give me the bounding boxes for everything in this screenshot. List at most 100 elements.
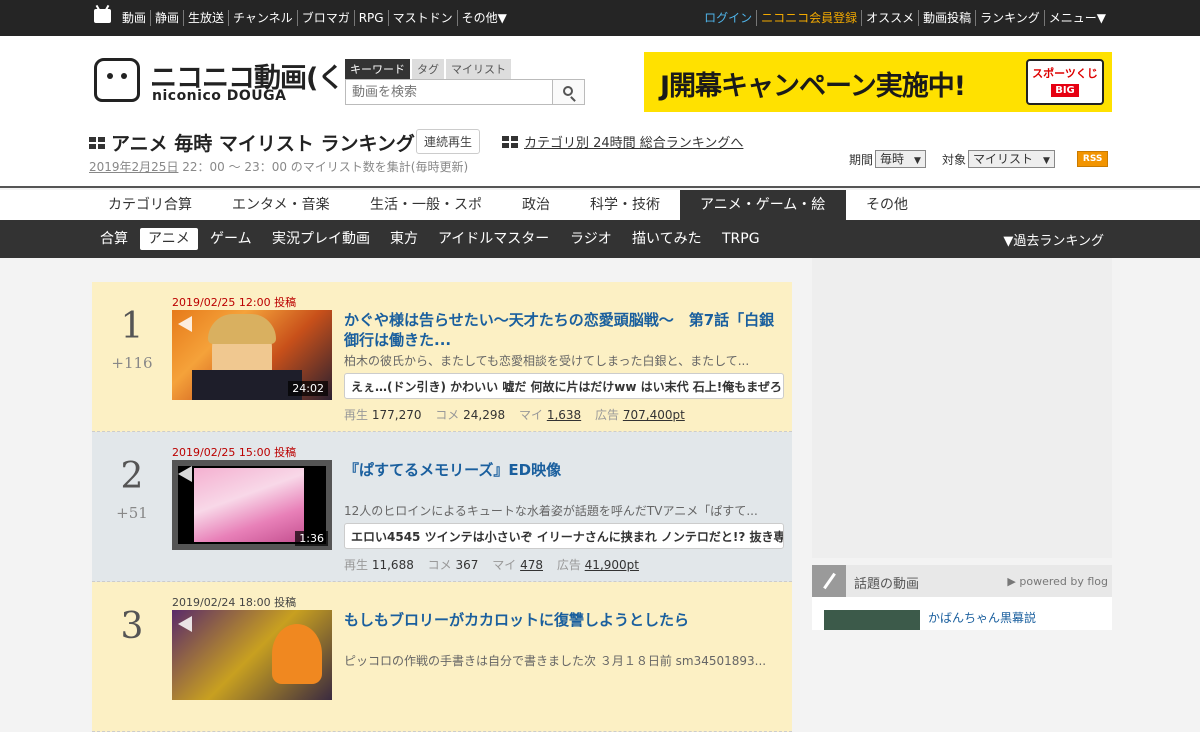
page-title-text: アニメ 毎時 マイリスト ランキング (111, 133, 415, 155)
search-tab-keyword[interactable]: キーワード (345, 59, 410, 79)
nav-upload[interactable]: 動画投稿 (918, 10, 975, 26)
niconico-logo[interactable]: ニコニコ動画(く) niconico DOUGA (94, 56, 356, 106)
tab-all-categories[interactable]: カテゴリ合算 (88, 190, 212, 220)
search-icon (563, 86, 573, 96)
genre-tab-trpg[interactable]: TRPG (714, 228, 768, 250)
video-title-link[interactable]: かぐや様は告らせたい～天才たちの恋愛頭脳戦～ 第7話「白銀御行は働きた... (344, 310, 784, 350)
megaphone-icon (176, 464, 198, 484)
video-thumbnail[interactable]: 1:36 (172, 460, 332, 550)
genre-tab-anime[interactable]: アニメ (140, 228, 198, 250)
ranking-date-link[interactable]: 2019年2月25日 (89, 160, 178, 174)
continuous-play-button[interactable]: 連続再生 (416, 129, 481, 154)
nav-other-dropdown[interactable]: その他▼ (456, 10, 511, 26)
ranking-grid-icon (89, 136, 105, 149)
nav-menu-dropdown[interactable]: メニュー▼ (1043, 10, 1110, 26)
video-thumbnail[interactable] (172, 610, 332, 700)
ad-banner[interactable]: J開幕キャンペーン実施中! スポーツくじ BIG (644, 52, 1112, 112)
view-count: 177,270 (371, 408, 422, 422)
genre-tab-lets-play[interactable]: 実況プレイ動画 (264, 228, 378, 250)
chevron-down-icon: ▼ (1042, 156, 1050, 166)
banner-brand: スポーツくじ (1032, 67, 1098, 80)
posted-date: 2019/02/25 15:00 投稿 (172, 446, 297, 459)
topic-videos-title: 話題の動画 (854, 577, 920, 592)
target-label: 対象 (941, 152, 966, 167)
video-duration: 1:36 (295, 531, 328, 546)
nav-rpg[interactable]: RPG (353, 10, 388, 26)
rank-number: 1 (120, 306, 144, 347)
topic-video-title[interactable]: かばんちゃん黒幕説 (928, 609, 1036, 626)
nav-recommend[interactable]: オススメ (861, 10, 918, 26)
video-stats: 再生 11,688 コメ 367 マイ 478 広告 41,900pt (344, 558, 639, 572)
tab-science-tech[interactable]: 科学・技術 (570, 190, 680, 220)
powered-by-flog-link[interactable]: ▶ powered by flog (1007, 575, 1108, 588)
ranking-item: 2 +51 2019/02/25 15:00 投稿 1:36 『ぱすてるメモリー… (92, 432, 792, 582)
genre-tab-drawn[interactable]: 描いてみた (624, 228, 710, 250)
comment-count: 367 (455, 558, 479, 572)
search-tab-tag[interactable]: タグ (412, 59, 444, 79)
search-button[interactable] (552, 79, 585, 105)
category-grid-icon (502, 135, 518, 148)
tab-anime-game-art[interactable]: アニメ・ゲーム・絵 (680, 190, 846, 220)
video-description: ピッコロの作戦の手書きは自分で書きました次 ３月１８日前 sm34501893.… (344, 654, 767, 668)
ranking-list: 1 +116 2019/02/25 12:00 投稿 24:02 かぐや様は告ら… (92, 282, 792, 732)
search-type-tabs: キーワード タグ マイリスト (345, 59, 513, 79)
past-ranking-dropdown[interactable]: ▼過去ランキング (1003, 230, 1104, 249)
top-nav-bar: 動画 静画 生放送 チャンネル ブロマガ RPG マストドン その他▼ ログイン… (0, 0, 1200, 36)
nav-ranking[interactable]: ランキング (975, 10, 1044, 26)
megaphone-icon (176, 314, 198, 334)
category-tabs: カテゴリ合算 エンタメ・音楽 生活・一般・スポ 政治 科学・技術 アニメ・ゲーム… (0, 190, 1200, 220)
megaphone-icon (176, 614, 198, 634)
video-thumbnail[interactable]: 24:02 (172, 310, 332, 400)
rank-number: 2 (120, 456, 144, 497)
search-input[interactable] (345, 79, 553, 105)
topic-video-item[interactable]: かばんちゃん黒幕説 (812, 597, 1112, 630)
register-link[interactable]: ニコニコ会員登録 (756, 10, 861, 26)
account-nav: ログイン ニコニコ会員登録 オススメ 動画投稿 ランキング メニュー▼ (700, 10, 1110, 26)
rss-button[interactable]: RSS (1076, 151, 1109, 167)
pen-icon (812, 565, 846, 597)
view-count: 11,688 (371, 558, 414, 572)
genre-tab-idolmaster[interactable]: アイドルマスター (430, 228, 557, 250)
genre-tab-radio[interactable]: ラジオ (562, 228, 620, 250)
topic-video-thumbnail[interactable] (824, 610, 920, 630)
service-nav: 動画 静画 生放送 チャンネル ブロマガ RPG マストドン その他▼ (118, 10, 511, 26)
mylist-count-link[interactable]: 478 (520, 558, 543, 572)
nav-live[interactable]: 生放送 (183, 10, 228, 26)
nav-seiga[interactable]: 静画 (150, 10, 183, 26)
ad-points-link[interactable]: 707,400pt (623, 408, 685, 422)
video-title-link[interactable]: もしもブロリーがカカロットに復讐しようとしたら (344, 610, 784, 650)
genre-tab-touhou[interactable]: 東方 (382, 228, 426, 250)
ad-points-link[interactable]: 41,900pt (585, 558, 639, 572)
tab-life-general-sports[interactable]: 生活・一般・スポ (350, 190, 502, 220)
tab-entertainment-music[interactable]: エンタメ・音楽 (212, 190, 350, 220)
category-ranking-link-text[interactable]: カテゴリ別 24時間 総合ランキングへ (524, 132, 743, 151)
rank-number: 3 (120, 606, 144, 647)
genre-tabs: 合算 アニメ ゲーム 実況プレイ動画 東方 アイドルマスター ラジオ 描いてみた… (0, 220, 1200, 258)
nav-douga[interactable]: 動画 (118, 10, 150, 26)
video-description: 柏木の彼氏から、またしても恋愛相談を受けてしまった白銀と、またして... (344, 354, 750, 368)
genre-tab-all[interactable]: 合算 (92, 228, 136, 250)
period-select[interactable]: 毎時 ▼ (875, 150, 926, 168)
nav-blomaga[interactable]: ブロマガ (296, 10, 354, 26)
banner-big: BIG (1051, 84, 1079, 97)
target-select[interactable]: マイリスト ▼ (967, 150, 1055, 168)
page-header: ニコニコ動画(く) niconico DOUGA キーワード タグ マイリスト … (0, 36, 1200, 188)
ranking-period-note: 2019年2月25日 22：00 ～ 23：00 のマイリスト数を集計(毎時更新… (89, 158, 468, 175)
comment-count: 24,298 (463, 408, 506, 422)
niconico-tv-icon[interactable] (94, 9, 111, 23)
nav-mastodon[interactable]: マストドン (387, 10, 457, 26)
category-ranking-link[interactable]: カテゴリ別 24時間 総合ランキングへ (502, 132, 743, 151)
video-title-link[interactable]: 『ぱすてるメモリーズ』ED映像 (344, 460, 784, 500)
search-tab-mylist[interactable]: マイリスト (446, 59, 511, 79)
mylist-count-link[interactable]: 1,638 (547, 408, 581, 422)
tab-politics[interactable]: 政治 (502, 190, 570, 220)
nav-channel[interactable]: チャンネル (228, 10, 297, 26)
rank-delta: +116 (111, 354, 153, 372)
banner-text: J開幕キャンペーン実施中! (660, 71, 966, 102)
login-link[interactable]: ログイン (700, 10, 756, 26)
genre-tab-game[interactable]: ゲーム (202, 228, 260, 250)
tab-other[interactable]: その他 (846, 190, 928, 220)
logo-mascot-icon (94, 58, 140, 102)
page-title: アニメ 毎時 マイリスト ランキング (89, 129, 415, 156)
period-label: 期間 (849, 152, 874, 167)
